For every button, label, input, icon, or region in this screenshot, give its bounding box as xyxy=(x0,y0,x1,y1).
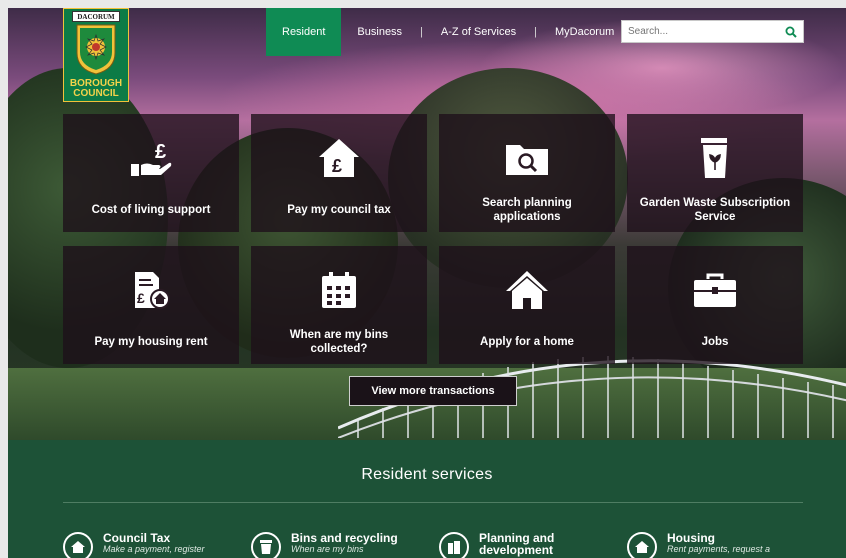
resident-services: Resident services Council Tax Make a pay… xyxy=(8,440,846,558)
logo-dacorum-tag: DACORUM xyxy=(72,11,120,22)
logo-text: BOROUGH COUNCIL xyxy=(69,78,123,99)
tile-search-planning[interactable]: Search planning applications xyxy=(439,114,615,232)
briefcase-icon xyxy=(627,266,803,314)
planning-icon xyxy=(439,532,469,558)
tile-council-tax[interactable]: £ Pay my council tax xyxy=(251,114,427,232)
tile-label: Pay my housing rent xyxy=(94,336,208,348)
tile-label: Apply for a home xyxy=(480,336,574,348)
folder-search-icon xyxy=(439,134,615,182)
service-title: Housing xyxy=(667,531,715,545)
calendar-icon xyxy=(251,266,427,314)
tile-cost-of-living[interactable]: £ Cost of living support xyxy=(63,114,239,232)
home-icon xyxy=(439,266,615,314)
main-nav: Resident Business | A-Z of Services | My… xyxy=(266,8,630,56)
tile-apply-home[interactable]: Apply for a home xyxy=(439,246,615,364)
service-bins-recycling[interactable]: Bins and recycling When are my bins xyxy=(251,532,398,558)
house-icon xyxy=(63,532,93,558)
service-desc: When are my bins xyxy=(291,544,364,554)
crest-icon xyxy=(76,24,116,75)
council-logo[interactable]: DACORUM BOROUGH COUNCIL xyxy=(63,8,129,102)
hand-pound-icon: £ xyxy=(63,134,239,182)
tile-housing-rent[interactable]: £ Pay my housing rent xyxy=(63,246,239,364)
tile-garden-waste[interactable]: Garden Waste Subscription Service xyxy=(627,114,803,232)
tile-label: When are my bins collected? xyxy=(289,329,389,355)
house-pound-icon: £ xyxy=(251,134,427,182)
tile-label: Pay my council tax xyxy=(287,204,391,216)
service-title: Bins and recycling xyxy=(291,531,398,545)
tile-label: Garden Waste Subscription Service xyxy=(639,197,791,223)
page: DACORUM BOROUGH COUNCIL Resident Busines… xyxy=(8,8,846,558)
nav-mydacorum[interactable]: MyDacorum xyxy=(539,8,630,56)
bin-icon xyxy=(251,532,281,558)
tile-bins-collected[interactable]: When are my bins collected? xyxy=(251,246,427,364)
nav-a-z-services[interactable]: A-Z of Services xyxy=(425,8,532,56)
hero-background: DACORUM BOROUGH COUNCIL Resident Busines… xyxy=(8,8,846,440)
service-desc: Make a payment, register xyxy=(103,544,205,554)
nav-business[interactable]: Business xyxy=(341,8,418,56)
section-title: Resident services xyxy=(361,466,493,483)
tile-label: Cost of living support xyxy=(91,204,211,216)
garden-bin-icon xyxy=(627,134,803,182)
search-input[interactable] xyxy=(626,25,780,38)
svg-text:£: £ xyxy=(155,141,166,163)
search-box xyxy=(621,20,804,43)
nav-separator: | xyxy=(420,26,423,38)
service-title: Planning and development xyxy=(479,531,555,557)
service-planning[interactable]: Planning and development xyxy=(439,532,569,558)
svg-text:£: £ xyxy=(332,156,342,176)
divider xyxy=(63,502,803,503)
service-desc: Rent payments, request a xyxy=(667,544,771,554)
service-housing[interactable]: Housing Rent payments, request a xyxy=(627,532,770,558)
svg-text:£: £ xyxy=(137,290,145,306)
nav-resident[interactable]: Resident xyxy=(266,8,342,56)
service-council-tax[interactable]: Council Tax Make a payment, register xyxy=(63,532,205,558)
nav-separator: | xyxy=(534,26,537,38)
housing-icon xyxy=(627,532,657,558)
tile-label: Search planning applications xyxy=(482,197,572,223)
rent-document-icon: £ xyxy=(63,266,239,314)
service-title: Council Tax xyxy=(103,531,171,545)
tile-label: Jobs xyxy=(701,336,729,348)
search-icon[interactable] xyxy=(782,23,800,41)
view-more-button[interactable]: View more transactions xyxy=(349,376,517,406)
tile-jobs[interactable]: Jobs xyxy=(627,246,803,364)
